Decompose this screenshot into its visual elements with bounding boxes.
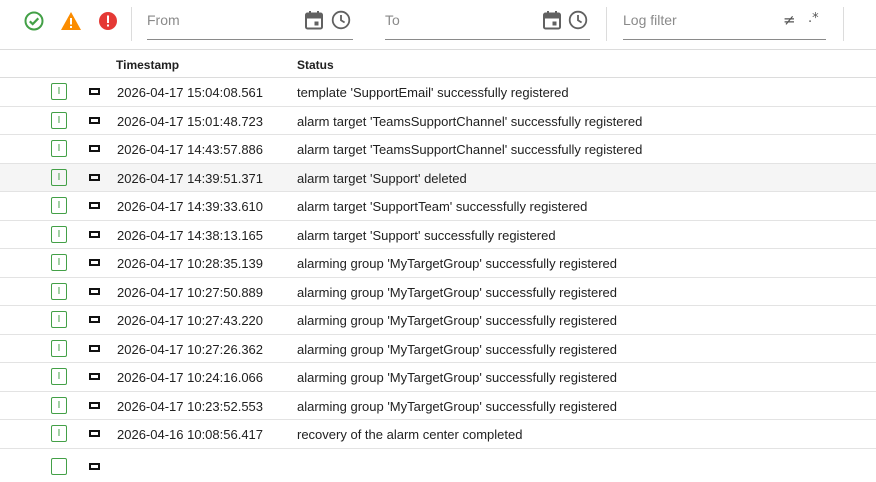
table-header: Timestamp Status bbox=[0, 50, 876, 78]
row-status: alarming group 'MyTargetGroup' successfu… bbox=[297, 370, 617, 385]
table-row[interactable]: I 2026-04-16 10:08:56.417 recovery of the … bbox=[0, 420, 876, 449]
log-tag-icon bbox=[89, 344, 100, 352]
log-filter-field: ≠ .* bbox=[623, 2, 826, 40]
row-status: alarm target 'SupportTeam' successfully … bbox=[297, 199, 588, 214]
level-badge: I bbox=[51, 140, 67, 157]
table-row[interactable]: I 2026-04-17 15:01:48.723 alarm target 'Te… bbox=[0, 107, 876, 135]
row-timestamp: 2026-04-17 10:27:50.889 bbox=[117, 284, 264, 300]
level-badge: I bbox=[51, 339, 67, 357]
level-badge: I bbox=[51, 168, 67, 186]
log-table-body: I 2026-04-17 15:04:08.561 template 'Suppor… bbox=[0, 78, 876, 449]
level-badge: I bbox=[51, 425, 67, 442]
timestamp-column-header[interactable]: Timestamp bbox=[116, 58, 179, 72]
to-date-field bbox=[385, 2, 590, 40]
to-date-input[interactable] bbox=[385, 2, 515, 38]
log-tag-icon bbox=[89, 145, 100, 152]
log-tag-icon bbox=[89, 202, 100, 209]
log-tag-icon bbox=[89, 316, 100, 323]
log-tag-icon bbox=[89, 373, 100, 380]
status-column-header[interactable]: Status bbox=[297, 58, 334, 72]
table-row[interactable]: I 2026-04-17 15:04:08.561 template 'Suppor… bbox=[0, 78, 876, 107]
log-filter-input[interactable] bbox=[623, 2, 753, 38]
error-circle-icon[interactable] bbox=[97, 10, 119, 32]
row-timestamp: 2026-04-17 15:01:48.723 bbox=[117, 113, 264, 129]
level-badge: I bbox=[51, 197, 67, 214]
table-row-partial bbox=[0, 453, 876, 482]
row-status: alarm target 'TeamsSupportChannel' succe… bbox=[297, 113, 643, 129]
row-timestamp: 2026-04-17 10:23:52.553 bbox=[117, 398, 264, 414]
row-timestamp: 2026-04-17 15:04:08.561 bbox=[117, 85, 264, 100]
table-row[interactable]: I 2026-04-17 10:27:43.220 alarming group '… bbox=[0, 306, 876, 335]
log-tag-icon bbox=[89, 463, 100, 470]
toolbar-divider bbox=[843, 7, 844, 41]
calendar-icon[interactable] bbox=[541, 9, 563, 31]
table-row[interactable]: I 2026-04-17 10:28:35.139 alarming group '… bbox=[0, 249, 876, 278]
warning-triangle-icon[interactable] bbox=[60, 10, 82, 32]
table-row[interactable]: I 2026-04-17 14:38:13.165 alarm target 'Su… bbox=[0, 221, 876, 249]
log-tag-icon bbox=[89, 230, 100, 238]
table-row[interactable]: I 2026-04-17 10:24:16.066 alarming group '… bbox=[0, 363, 876, 392]
row-timestamp: 2026-04-17 10:28:35.139 bbox=[117, 256, 264, 271]
row-status: alarming group 'MyTargetGroup' successfu… bbox=[297, 284, 617, 300]
table-row[interactable]: I 2026-04-17 10:27:50.889 alarming group '… bbox=[0, 278, 876, 306]
level-badge: I bbox=[51, 225, 67, 243]
row-status: alarm target 'TeamsSupportChannel' succe… bbox=[297, 142, 643, 157]
row-status: template 'SupportEmail' successfully reg… bbox=[297, 85, 569, 100]
row-status: alarming group 'MyTargetGroup' successfu… bbox=[297, 341, 617, 357]
level-badge bbox=[51, 458, 67, 475]
toolbar-divider bbox=[606, 7, 607, 41]
table-row[interactable]: I 2026-04-17 10:27:26.362 alarming group '… bbox=[0, 335, 876, 363]
from-date-field bbox=[147, 2, 353, 40]
row-timestamp: 2026-04-17 10:24:16.066 bbox=[117, 370, 264, 385]
table-row[interactable]: I 2026-04-17 14:43:57.886 alarm target 'Te… bbox=[0, 135, 876, 164]
row-status: recovery of the alarm center completed bbox=[297, 427, 523, 442]
table-row[interactable]: I 2026-04-17 14:39:33.610 alarm target 'Su… bbox=[0, 192, 876, 221]
level-badge: I bbox=[51, 254, 67, 271]
row-timestamp: 2026-04-17 14:39:51.371 bbox=[117, 170, 264, 186]
level-badge: I bbox=[51, 83, 67, 100]
regex-toggle[interactable]: .* bbox=[808, 11, 819, 26]
clock-icon[interactable] bbox=[567, 9, 589, 31]
log-tag-icon bbox=[89, 259, 100, 266]
log-tag-icon bbox=[89, 287, 100, 295]
row-status: alarm target 'Support' successfully regi… bbox=[297, 227, 556, 243]
log-tag-icon bbox=[89, 116, 100, 124]
toolbar: ≠ .* bbox=[0, 0, 876, 50]
log-tag-icon bbox=[89, 401, 100, 409]
level-badge: I bbox=[51, 368, 67, 385]
level-badge: I bbox=[51, 282, 67, 300]
log-tag-icon bbox=[89, 430, 100, 437]
table-row[interactable]: I 2026-04-17 10:23:52.553 alarming group '… bbox=[0, 392, 876, 420]
from-date-input[interactable] bbox=[147, 2, 277, 38]
log-tag-icon bbox=[89, 88, 100, 95]
row-timestamp: 2026-04-17 14:43:57.886 bbox=[117, 142, 264, 157]
row-timestamp: 2026-04-17 14:38:13.165 bbox=[117, 227, 264, 243]
row-status: alarm target 'Support' deleted bbox=[297, 170, 467, 186]
row-status: alarming group 'MyTargetGroup' successfu… bbox=[297, 256, 617, 271]
toolbar-divider bbox=[131, 7, 132, 41]
row-status: alarming group 'MyTargetGroup' successfu… bbox=[297, 313, 617, 328]
level-badge: I bbox=[51, 111, 67, 129]
level-badge: I bbox=[51, 396, 67, 414]
calendar-icon[interactable] bbox=[303, 9, 325, 31]
not-equal-toggle[interactable]: ≠ bbox=[783, 11, 796, 29]
check-circle-icon[interactable] bbox=[23, 10, 45, 32]
row-status: alarming group 'MyTargetGroup' successfu… bbox=[297, 398, 617, 414]
row-timestamp: 2026-04-16 10:08:56.417 bbox=[117, 427, 264, 442]
row-timestamp: 2026-04-17 10:27:43.220 bbox=[117, 313, 264, 328]
row-timestamp: 2026-04-17 10:27:26.362 bbox=[117, 341, 264, 357]
log-tag-icon bbox=[89, 173, 100, 181]
level-badge: I bbox=[51, 311, 67, 328]
table-row[interactable]: I 2026-04-17 14:39:51.371 alarm target 'Su… bbox=[0, 163, 876, 192]
clock-icon[interactable] bbox=[330, 9, 352, 31]
row-timestamp: 2026-04-17 14:39:33.610 bbox=[117, 199, 264, 214]
